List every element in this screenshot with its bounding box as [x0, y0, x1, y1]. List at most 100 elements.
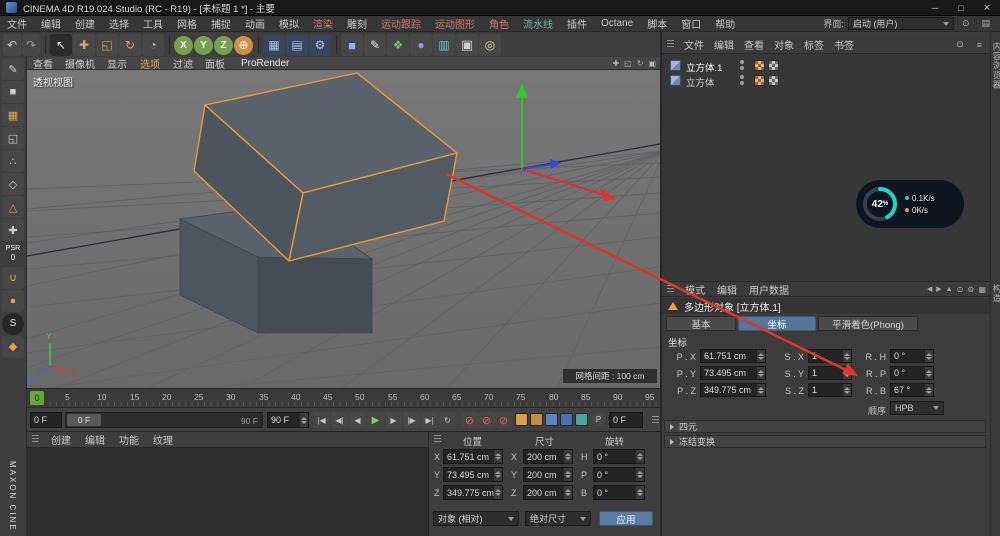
coordinate-system-button[interactable]: ⊕: [234, 35, 253, 55]
menu-item-mograph[interactable]: 运动图形: [428, 16, 482, 31]
minimize-button[interactable]: ─: [922, 3, 948, 13]
viewport-3d-scene[interactable]: Y X Z: [27, 71, 660, 388]
section-label-coordinates[interactable]: 坐标: [668, 335, 687, 349]
key-position-toggle[interactable]: [515, 413, 528, 426]
field-stepper[interactable]: [636, 468, 644, 481]
attr-sz-field[interactable]: 1: [808, 383, 852, 397]
menu-item-window[interactable]: 窗口: [674, 16, 708, 31]
playhead-frame-field[interactable]: 0 F: [609, 412, 643, 428]
menu-item-file[interactable]: 文件: [0, 16, 34, 31]
layout-icon[interactable]: ▦: [978, 285, 986, 294]
menu-item-plugins[interactable]: 插件: [560, 16, 594, 31]
field-stepper[interactable]: [843, 350, 851, 362]
menu-item-octane[interactable]: Octane: [594, 18, 640, 29]
z-axis-lock-button[interactable]: Z: [214, 35, 233, 55]
attr-sy-field[interactable]: 1: [808, 366, 852, 380]
om-menu-view[interactable]: 查看: [739, 37, 769, 52]
prev-key-button[interactable]: ◀|: [331, 412, 348, 428]
history-back-icon[interactable]: ◀: [927, 285, 932, 293]
object-name[interactable]: 立方体.1: [686, 60, 722, 74]
goto-start-button[interactable]: |◀: [313, 412, 330, 428]
coord-mode-dropdown[interactable]: 对象 (相对): [433, 511, 519, 526]
prev-frame-button[interactable]: ◀: [349, 412, 366, 428]
om-menu-tags[interactable]: 标签: [799, 37, 829, 52]
menu-item-edit[interactable]: 编辑: [34, 16, 68, 31]
end-frame-field[interactable]: 90 F: [267, 412, 309, 428]
field-stepper[interactable]: [300, 413, 308, 427]
apply-button[interactable]: 应用: [599, 511, 653, 526]
viewport-menu-prorender[interactable]: ProRender: [231, 58, 299, 69]
menu-item-sculpt[interactable]: 雕刻: [340, 16, 374, 31]
phong-tag-icon[interactable]: [768, 60, 779, 71]
zoom-view-icon[interactable]: ◱: [624, 59, 632, 68]
position-y-field[interactable]: 73.495 cm: [443, 467, 503, 482]
field-stepper[interactable]: [757, 384, 765, 396]
field-stepper[interactable]: [636, 450, 644, 463]
render-picture-viewer-button[interactable]: ▤: [286, 34, 308, 56]
rotate-view-icon[interactable]: ↻: [637, 59, 644, 68]
panel-options-icon[interactable]: ≡: [973, 40, 986, 50]
tab-coordinates[interactable]: 坐标: [738, 316, 816, 331]
texture-mode-button[interactable]: ▦: [2, 104, 24, 126]
section-quaternion[interactable]: 四元: [664, 420, 986, 433]
attr-py-field[interactable]: 73.495 cm: [700, 366, 766, 380]
key-pla-toggle[interactable]: [575, 413, 588, 426]
order-dropdown[interactable]: HPB: [890, 401, 944, 415]
y-axis-lock-button[interactable]: Y: [194, 35, 213, 55]
next-key-button[interactable]: |▶: [403, 412, 420, 428]
edges-mode-button[interactable]: ◇: [2, 173, 24, 195]
rotate-tool-button[interactable]: ↻: [119, 34, 141, 56]
attr-rb-field[interactable]: 67 °: [890, 383, 934, 397]
deformer-menu-button[interactable]: ●: [410, 34, 432, 56]
play-button[interactable]: ▶: [367, 412, 384, 428]
material-menu-edit[interactable]: 编辑: [78, 432, 112, 447]
rotation-p-field[interactable]: 0 °: [593, 467, 645, 482]
panel-grip-icon[interactable]: [667, 284, 674, 294]
x-axis-lock-button[interactable]: X: [174, 35, 193, 55]
up-icon[interactable]: ▲: [946, 286, 953, 293]
field-stepper[interactable]: [494, 468, 502, 481]
am-menu-userdata[interactable]: 用户数据: [743, 282, 795, 297]
render-settings-button[interactable]: ⚙: [309, 34, 331, 56]
timeline-slider-handle[interactable]: 0 F: [67, 414, 101, 426]
menu-item-render[interactable]: 渲染: [306, 16, 340, 31]
keyframe-button[interactable]: ◆: [2, 335, 24, 358]
field-stepper[interactable]: [925, 384, 933, 396]
undo-button[interactable]: ↶: [3, 34, 21, 56]
field-stepper[interactable]: [564, 450, 572, 463]
uvw-tag-icon[interactable]: [754, 75, 765, 86]
attr-rp-field[interactable]: 0 °: [890, 366, 934, 380]
menu-item-select[interactable]: 选择: [102, 16, 136, 31]
vertical-tab-content-browser[interactable]: 内容浏览器: [991, 42, 1000, 90]
field-stepper[interactable]: [564, 486, 572, 499]
visibility-toggle[interactable]: [740, 60, 744, 70]
phong-tag-icon[interactable]: [768, 75, 779, 86]
object-row[interactable]: 立方体.1: [662, 58, 992, 74]
p-toggle-button[interactable]: P: [592, 413, 605, 426]
search-icon[interactable]: ⊙: [957, 285, 964, 294]
scale-tool-button[interactable]: ◱: [96, 34, 118, 56]
selection-tool-button[interactable]: ↖: [50, 34, 72, 56]
model-mode-button[interactable]: ■: [2, 81, 24, 103]
redo-button[interactable]: ↷: [22, 34, 40, 56]
panel-grip-icon[interactable]: [32, 435, 39, 444]
panel-grip-icon[interactable]: [667, 40, 674, 49]
field-stepper[interactable]: [757, 367, 765, 379]
attr-sx-field[interactable]: 1: [808, 349, 852, 363]
menu-item-character[interactable]: 角色: [482, 16, 516, 31]
timeline-options-icon[interactable]: [652, 416, 659, 425]
close-button[interactable]: ×: [974, 2, 1000, 14]
menu-item-help[interactable]: 帮助: [708, 16, 742, 31]
key-parameter-toggle[interactable]: [560, 413, 573, 426]
size-y-field[interactable]: 200 cm: [523, 467, 573, 482]
settings-icon[interactable]: ⚙: [967, 285, 974, 294]
menu-item-pipeline[interactable]: 流水线: [516, 16, 560, 31]
spline-menu-button[interactable]: ✎: [364, 34, 386, 56]
panel-grip-icon[interactable]: [434, 434, 441, 444]
field-stepper[interactable]: [925, 350, 933, 362]
tab-phong[interactable]: 平滑着色(Phong): [818, 316, 918, 331]
field-stepper[interactable]: [843, 384, 851, 396]
viewport-menu-view[interactable]: 查看: [27, 56, 59, 71]
tab-basic[interactable]: 基本: [666, 316, 736, 331]
field-stepper[interactable]: [564, 468, 572, 481]
